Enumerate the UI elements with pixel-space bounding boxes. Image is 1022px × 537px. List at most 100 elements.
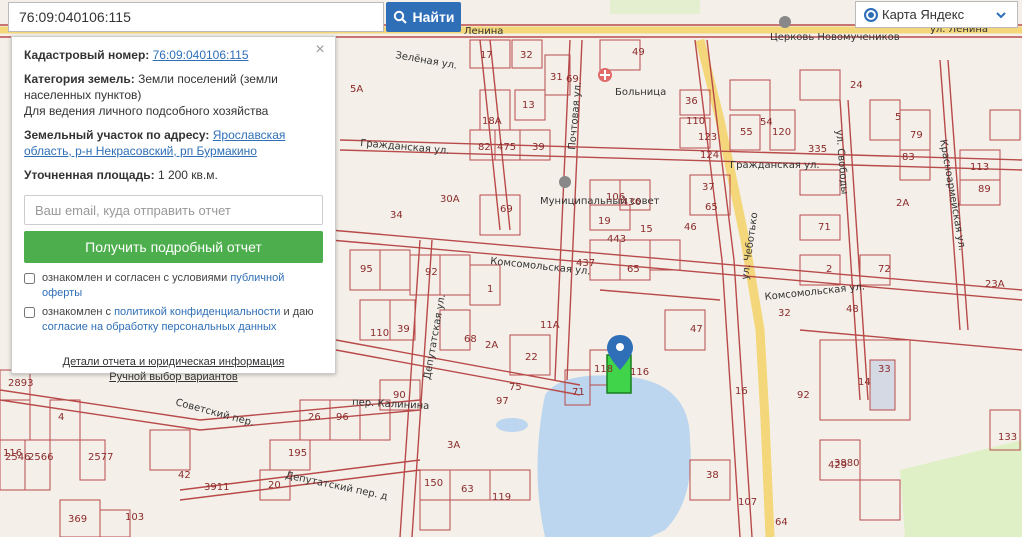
plot-number: 13 [522, 100, 535, 111]
street-label: Гражданская ул. [730, 160, 820, 171]
plot-number: 39 [397, 324, 410, 335]
address-row: Земельный участок по адресу: Ярославская… [24, 127, 323, 159]
poi-label: Муниципальный совет [540, 196, 660, 207]
plot-number: 96 [336, 412, 349, 423]
plot-number: 63 [461, 484, 474, 495]
category-row: Категория земель: Земли поселений (земли… [24, 71, 323, 119]
plot-number: 69 [566, 74, 579, 85]
plot-number: 95 [360, 264, 373, 275]
plot-number: 20 [268, 480, 281, 491]
close-icon[interactable]: × [313, 42, 327, 58]
plot-number: 30А [440, 194, 460, 205]
poi-label: Больница [615, 87, 666, 98]
plot-number: 15 [640, 224, 653, 235]
plot-number: 2546 [5, 452, 30, 463]
park-area [610, 0, 700, 14]
plot-number: 19 [598, 216, 611, 227]
plot-number: 24 [850, 80, 863, 91]
get-report-button[interactable]: Получить подробный отчет [24, 231, 323, 263]
report-details-link[interactable]: Детали отчета и юридическая информация [24, 355, 323, 370]
plot-number: 71 [818, 222, 831, 233]
plot-number: 32 [778, 308, 791, 319]
address-label: Земельный участок по адресу: [24, 128, 210, 142]
lake [537, 375, 691, 537]
plot-number: 49 [632, 47, 645, 58]
plot-number: 4 [58, 412, 64, 423]
plot-number: 103 [125, 512, 144, 523]
plot-number: 437 [576, 258, 595, 269]
radio-icon [864, 7, 878, 22]
privacy-mid-text: и даю [283, 306, 314, 318]
plot-number: 116 [630, 367, 649, 378]
plot-number: 64 [775, 517, 788, 528]
privacy-agreement-text: ознакомлен с политикой конфиденциальност… [42, 305, 323, 335]
plot-number: 124 [700, 150, 719, 161]
plot-number: 68 [464, 334, 477, 345]
plot-number: 107 [738, 497, 757, 508]
plot-number: 5А [350, 84, 363, 95]
plot-number: 195 [288, 448, 307, 459]
plot-number: 2 [826, 264, 832, 275]
cadastral-number-link[interactable]: 76:09:040106:115 [153, 48, 249, 62]
area-row: Уточненная площадь: 1 200 кв.м. [24, 167, 323, 183]
offer-checkbox[interactable] [24, 273, 35, 284]
plot-number: 46 [684, 222, 697, 233]
plot-number: 92 [425, 267, 438, 278]
chevron-down-icon [996, 12, 1006, 19]
plot-number: 14 [858, 377, 871, 388]
plot-number: 11А [540, 320, 560, 331]
plot-number: 33 [878, 364, 891, 375]
privacy-policy-link[interactable]: политикой конфиденциальности [114, 306, 280, 318]
plot-number: 89 [978, 184, 991, 195]
plot-number: 22 [525, 352, 538, 363]
plot-number: 2А [896, 198, 909, 209]
plot-number: 26 [308, 412, 321, 423]
category-purpose: Для ведения личного подсобного хозяйства [24, 104, 269, 118]
hospital-icon [598, 68, 612, 82]
plot-number: 1 [487, 284, 493, 295]
area-label: Уточненная площадь: [24, 168, 155, 182]
map-layer-select[interactable]: Карта Яндекс [855, 1, 1018, 28]
plot-number: 17 [480, 50, 493, 61]
plot-number: 90 [393, 390, 406, 401]
search-input[interactable] [9, 3, 383, 31]
plot-number: 2577 [88, 452, 113, 463]
search-bar [8, 2, 384, 32]
plot-number: 42 [178, 470, 191, 481]
personal-data-consent-link[interactable]: согласие на обработку персональных данны… [42, 321, 276, 333]
plot-number: 65 [627, 264, 640, 275]
plot-number: 71 [572, 387, 585, 398]
manual-selection-link[interactable]: Ручной выбор вариантов [24, 370, 323, 385]
cadastral-label: Кадастровый номер: [24, 48, 150, 62]
offer-agreement-text: ознакомлен и согласен с условиями публич… [42, 271, 323, 301]
plot-number: 133 [998, 432, 1017, 443]
plot-number: 92 [797, 390, 810, 401]
plot-number: 335 [808, 144, 827, 155]
plot-number: 34 [390, 210, 403, 221]
offer-text: ознакомлен и согласен с условиями [42, 272, 228, 284]
plot-number: 113 [970, 162, 989, 173]
plot-number: 97 [496, 396, 509, 407]
plot-number: 23А [985, 279, 1005, 290]
plot-number: 5 [895, 112, 901, 123]
plot-number: 83 [902, 152, 915, 163]
plot-number: 31 [550, 72, 563, 83]
search-button-label: Найти [412, 9, 455, 25]
plot-number: 16 [735, 386, 748, 397]
plot-number: 32 [520, 50, 533, 61]
map-layer-label: Карта Яндекс [882, 7, 965, 22]
search-button[interactable]: Найти [386, 2, 461, 32]
privacy-checkbox[interactable] [24, 307, 35, 318]
plot-number: 75 [509, 382, 522, 393]
plot-number: 3911 [204, 482, 229, 493]
plot-number: 120 [772, 127, 791, 138]
info-panel: × Кадастровый номер: 76:09:040106:115 Ка… [11, 36, 336, 383]
plot-number: 443 [607, 234, 626, 245]
plot-number: 436 [622, 197, 641, 208]
email-field[interactable] [24, 195, 323, 225]
plot-number: 110 [370, 328, 389, 339]
plot-number: 369 [68, 514, 87, 525]
plot-number: 36 [685, 96, 698, 107]
cadastral-row: Кадастровый номер: 76:09:040106:115 [24, 47, 323, 63]
offer-agreement: ознакомлен и согласен с условиями публич… [24, 271, 323, 301]
